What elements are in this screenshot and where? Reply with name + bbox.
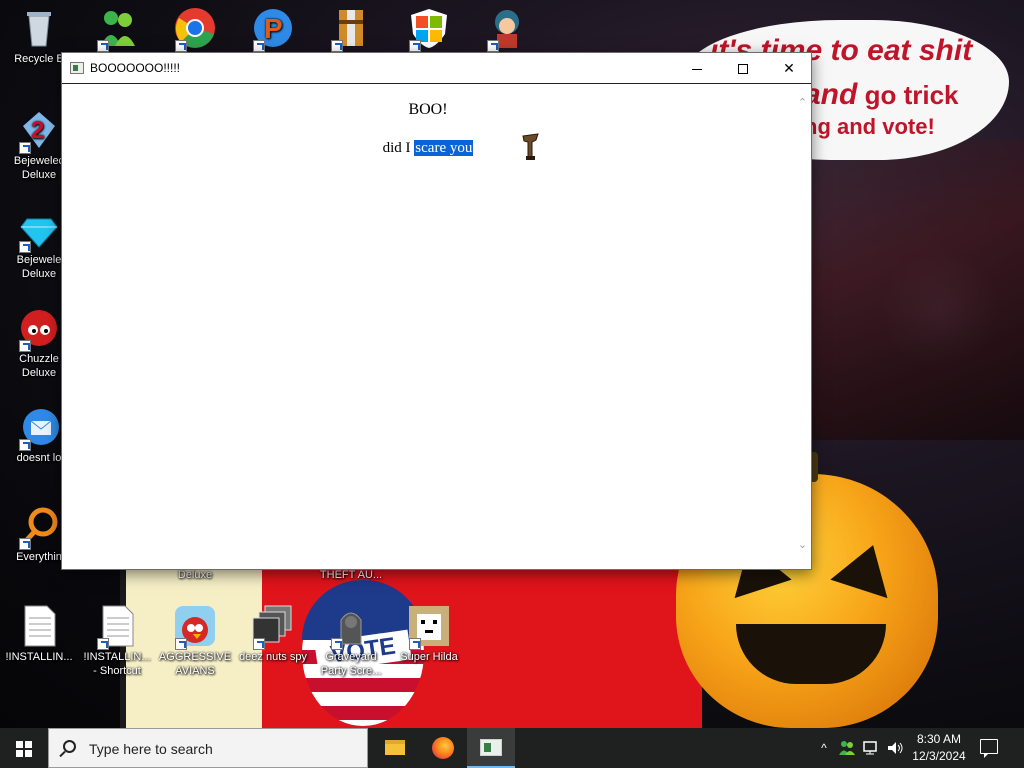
desktop-icon-theft-auto[interactable]: THEFT AU... (312, 568, 390, 582)
desktop-icon-installing-1[interactable]: !INSTALLIN... (0, 604, 78, 664)
folder-icon (385, 740, 405, 755)
clock-time: 8:30 AM (916, 732, 962, 746)
windows-shield-icon (407, 6, 451, 52)
wallpaper-text-line2: and go trick (804, 78, 959, 111)
window-titlebar[interactable]: BOOOOOOO!!!!! ✕ (62, 53, 811, 84)
selected-text[interactable]: scare you (414, 140, 474, 156)
desktop-icon-messenger[interactable] (78, 6, 156, 52)
desktop-icon-deluxe-hidden[interactable]: Deluxe (156, 568, 234, 582)
app-window-icon (480, 739, 502, 756)
desktop-icon-graveyard-party[interactable]: Graveyard Party Scre... (312, 604, 390, 678)
svg-text:P: P (264, 13, 283, 44)
taskbar-file-explorer[interactable] (371, 728, 419, 768)
start-button[interactable] (0, 728, 48, 768)
search-icon (63, 740, 76, 753)
vertical-scrollbar[interactable]: ⌃ ⌄ (794, 85, 811, 569)
desktop-icon-p-app[interactable]: P (234, 6, 312, 52)
text-file-icon (95, 604, 139, 650)
taskbar-clock[interactable]: 8:30 AM 12/3/2024 (906, 731, 972, 765)
network-icon[interactable] (862, 740, 880, 756)
chrome-icon (173, 6, 217, 52)
desktop-icon-windows-shield[interactable] (390, 6, 468, 52)
wallpaper-text-line3: ng and vote! (804, 114, 935, 139)
desktop-icon-character[interactable] (468, 6, 546, 52)
desktop-icon-aggressive-avians[interactable]: AGGRESSIVE AVIANS (156, 604, 234, 678)
app-window-icon (70, 62, 84, 74)
svg-text:2: 2 (31, 117, 44, 144)
character-icon (485, 6, 529, 52)
minimize-button[interactable] (674, 53, 720, 83)
scroll-up-icon[interactable]: ⌃ (794, 95, 811, 112)
maximize-icon (738, 64, 748, 75)
taskbar-boo-window[interactable] (467, 728, 515, 768)
scare-text-prefix: did I (382, 140, 411, 156)
taskbar-firefox[interactable] (419, 728, 467, 768)
recycle-bin-icon (17, 6, 61, 50)
windows-stack-icon (251, 604, 295, 650)
desktop-icon-chrome[interactable] (156, 6, 234, 52)
desktop-icon-archive[interactable] (312, 6, 390, 52)
p-logo-icon: P (251, 6, 295, 52)
firefox-icon (432, 737, 454, 759)
graveyard-icon (329, 604, 373, 650)
messenger-icon (95, 6, 139, 52)
bejeweled-2-icon: 2 (17, 108, 61, 154)
boo-heading: BOO! (408, 101, 448, 118)
window-title: BOOOOOOO!!!!! (90, 61, 181, 75)
archive-icon (329, 6, 373, 52)
scare-text: did I scare you (62, 140, 794, 157)
desktop-icon-deez-nuts-spy[interactable]: deez nuts spy (234, 604, 312, 664)
search-placeholder: Type here to search (89, 741, 213, 757)
everything-search-icon (17, 504, 61, 550)
tray-overflow-chevron-icon[interactable]: ^ (814, 728, 834, 768)
text-file-icon (17, 604, 61, 648)
chuzzle-icon (17, 306, 61, 352)
clock-date: 12/3/2024 (912, 749, 966, 763)
minimize-icon (692, 68, 702, 70)
close-button[interactable]: ✕ (766, 53, 812, 83)
people-icon[interactable] (838, 740, 856, 756)
volume-icon[interactable] (886, 740, 904, 756)
custom-cursor-icon (520, 132, 542, 162)
windows-logo-icon (16, 741, 32, 757)
boo-window: BOOOOOOO!!!!! ✕ BOO! did I scare you ⌃ ⌄ (61, 52, 812, 570)
taskbar-search-box[interactable]: Type here to search (48, 728, 368, 768)
scroll-down-icon[interactable]: ⌄ (794, 537, 811, 554)
close-icon: ✕ (783, 60, 795, 76)
notification-center-icon[interactable] (980, 739, 998, 758)
maximize-button[interactable] (720, 53, 766, 83)
taskbar: Type here to search ^ 8:30 AM 12/3/2024 (0, 728, 1024, 768)
wallpaper-tree (812, 140, 1024, 440)
desktop-icon-installing-2[interactable]: !INSTALLIN... - Shortcut (78, 604, 156, 678)
angry-bird-icon (173, 604, 217, 650)
diamond-icon (17, 207, 61, 253)
pixel-dog-icon (407, 604, 451, 650)
desktop-icon-super-hilda[interactable]: Super Hilda (390, 604, 468, 664)
thunderbird-icon (17, 405, 61, 451)
window-content: BOO! did I scare you ⌃ ⌄ (62, 85, 811, 569)
